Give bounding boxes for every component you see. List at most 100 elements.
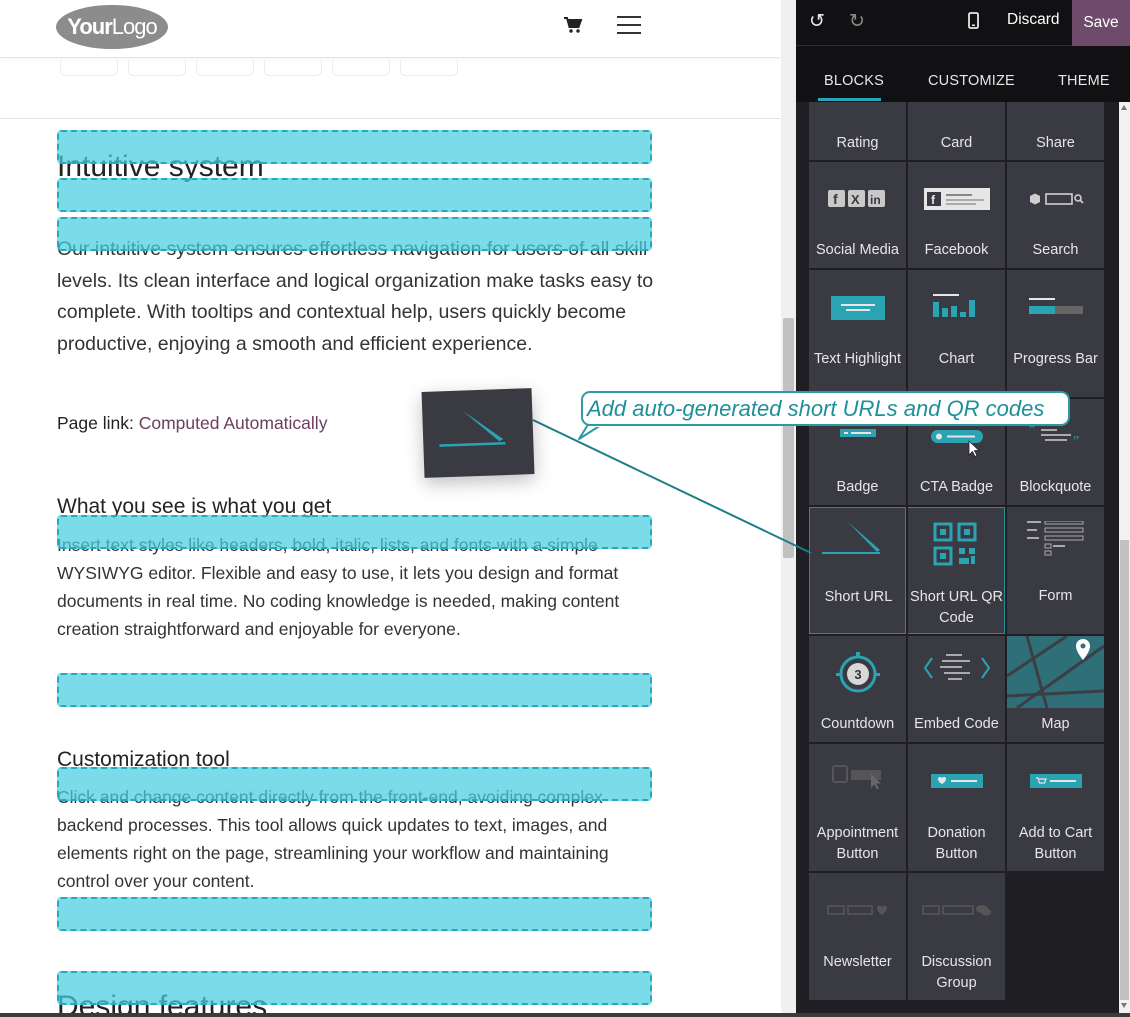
form-icon xyxy=(1027,521,1084,556)
discussion-group-icon xyxy=(922,905,991,916)
save-button[interactable]: Save xyxy=(1072,0,1130,46)
block-share[interactable]: Share xyxy=(1007,102,1104,160)
tab-customize[interactable]: CUSTOMIZE xyxy=(928,73,1015,89)
section-body-intuitive-system[interactable]: Our intuitive system ensures effortless … xyxy=(57,234,657,360)
logo-text-bold: Your xyxy=(67,14,112,39)
block-donation-button[interactable]: Donation Button xyxy=(908,744,1005,871)
editor-panel: ↺ ↻ Discard Save BLOCKS CUSTOMIZE THEME … xyxy=(796,0,1130,1013)
editor-toolbar: ↺ ↻ Discard Save xyxy=(796,0,1130,46)
redo-icon[interactable]: ↻ xyxy=(849,10,865,33)
block-label: Facebook xyxy=(924,242,989,258)
block-label: CTA Badge xyxy=(919,479,994,495)
block-label: Card xyxy=(940,135,973,151)
page-link-label: Page link: xyxy=(57,413,134,433)
logo-text-light: Logo xyxy=(111,14,158,39)
svg-text:in: in xyxy=(870,193,881,207)
block-label: Blockquote xyxy=(1019,479,1092,495)
tab-theme[interactable]: THEME xyxy=(1058,73,1110,89)
block-label: Share xyxy=(1036,135,1075,151)
block-appointment-button[interactable]: Appointment Button xyxy=(809,744,906,871)
header-placeholder-tiles xyxy=(60,60,458,78)
discard-button[interactable]: Discard xyxy=(1007,11,1060,29)
block-label: Search xyxy=(1032,242,1079,258)
drop-zone[interactable] xyxy=(57,767,652,801)
block-rating[interactable]: Rating xyxy=(809,102,906,160)
window-bottom-edge xyxy=(0,1013,1130,1017)
blocks-scrollbar[interactable] xyxy=(1119,102,1130,1013)
scroll-up-arrow-icon[interactable] xyxy=(1121,105,1127,110)
block-short-url[interactable]: Short URL xyxy=(809,507,906,634)
tab-blocks[interactable]: BLOCKS xyxy=(824,73,884,89)
editor-tabs: BLOCKS CUSTOMIZE THEME xyxy=(796,46,1130,102)
block-embed-code[interactable]: Embed Code xyxy=(908,636,1005,742)
appointment-button-icon xyxy=(832,765,881,790)
block-label: Short URL xyxy=(824,589,893,605)
block-short-url-qr-code[interactable]: Short URL QR Code xyxy=(908,507,1005,634)
short-url-icon xyxy=(439,410,506,447)
block-label: Newsletter xyxy=(823,954,892,970)
drop-zone[interactable] xyxy=(57,217,652,251)
facebook-icon: f xyxy=(924,188,990,210)
newsletter-icon xyxy=(827,905,887,915)
block-label: Discussion Group xyxy=(921,954,992,991)
block-label: Appointment Button xyxy=(816,825,899,862)
block-newsletter[interactable]: Newsletter xyxy=(809,873,906,1000)
drop-zone[interactable] xyxy=(57,178,652,212)
website-canvas: YourLogo Intuitive system Our intuitive … xyxy=(0,0,781,1013)
cart-icon[interactable] xyxy=(563,16,583,34)
block-map[interactable]: Map xyxy=(1007,636,1104,742)
block-progress-bar[interactable]: Progress Bar xyxy=(1007,270,1104,397)
scroll-down-arrow-icon[interactable] xyxy=(1121,1003,1127,1008)
block-text-highlight[interactable]: Text Highlight xyxy=(809,270,906,397)
block-label: Badge xyxy=(836,479,879,495)
drop-zone[interactable] xyxy=(57,971,652,1005)
svg-text:f: f xyxy=(833,191,838,207)
block-social-media[interactable]: f X in Social Media xyxy=(809,162,906,268)
block-label: Donation Button xyxy=(927,825,986,862)
page-link-value[interactable]: Computed Automatically xyxy=(139,413,328,433)
block-label: Text Highlight xyxy=(813,351,902,367)
search-icon xyxy=(1030,193,1084,205)
qr-code-icon xyxy=(933,522,977,566)
add-to-cart-icon xyxy=(1030,774,1082,788)
block-countdown[interactable]: 3 Countdown xyxy=(809,636,906,742)
canvas-scrollbar[interactable] xyxy=(781,0,796,1013)
block-form[interactable]: Form xyxy=(1007,507,1104,634)
dragged-block-preview[interactable] xyxy=(421,388,535,478)
hamburger-menu-icon[interactable] xyxy=(617,16,641,36)
countdown-icon: 3 xyxy=(836,652,880,693)
drop-zone[interactable] xyxy=(57,130,652,164)
section-divider xyxy=(0,118,781,119)
site-logo[interactable]: Your Logo xyxy=(56,5,168,49)
block-add-to-cart-button[interactable]: Add to Cart Button xyxy=(1007,744,1104,871)
social-media-icon: f X in xyxy=(828,190,885,207)
block-label: Embed Code xyxy=(914,716,999,732)
blockquote-icon: “ ” xyxy=(1029,423,1079,445)
drop-zone[interactable] xyxy=(57,515,652,549)
block-label: Map xyxy=(1041,716,1070,732)
svg-text:X: X xyxy=(851,192,860,207)
block-label: Short URL QR Code xyxy=(910,589,1003,626)
text-highlight-icon xyxy=(831,296,885,320)
block-label: Rating xyxy=(836,135,879,151)
block-label: Countdown xyxy=(820,716,895,732)
block-card[interactable]: Card xyxy=(908,102,1005,160)
svg-text:”: ” xyxy=(1073,434,1079,445)
active-tab-indicator xyxy=(818,98,881,101)
block-facebook[interactable]: f Facebook xyxy=(908,162,1005,268)
block-chart[interactable]: Chart xyxy=(908,270,1005,397)
block-search[interactable]: Search xyxy=(1007,162,1104,268)
countdown-value: 3 xyxy=(854,667,861,682)
mobile-preview-icon[interactable] xyxy=(968,12,979,29)
drop-zone[interactable] xyxy=(57,673,652,707)
cta-badge-icon xyxy=(931,430,983,457)
undo-icon[interactable]: ↺ xyxy=(809,10,825,33)
blocks-grid: Rating Card Share f X in Social Media f … xyxy=(809,102,1107,1013)
blocks-scrollbar-thumb[interactable] xyxy=(1120,540,1129,1000)
block-discussion-group[interactable]: Discussion Group xyxy=(908,873,1005,1000)
block-label: Progress Bar xyxy=(1013,351,1098,367)
page-link: Page link: Computed Automatically xyxy=(57,413,327,434)
canvas-scrollbar-thumb[interactable] xyxy=(783,318,794,558)
drop-zone[interactable] xyxy=(57,897,652,931)
progress-bar-icon xyxy=(1029,298,1083,314)
